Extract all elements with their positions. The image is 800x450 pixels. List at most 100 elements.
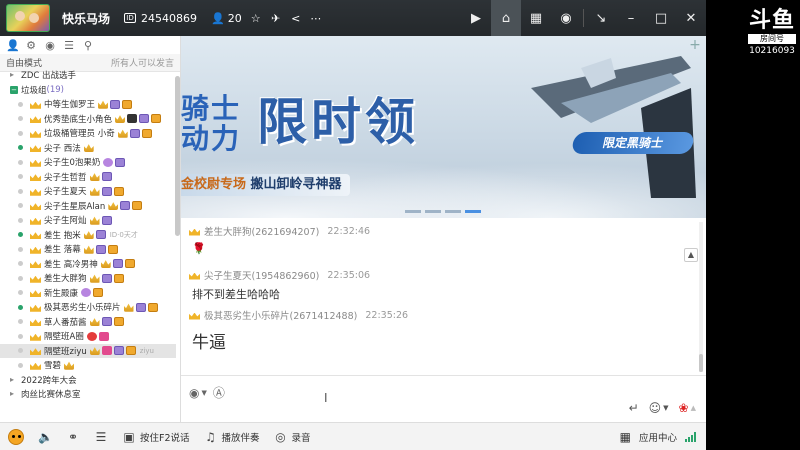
close-icon[interactable]: ✕ [676, 0, 706, 36]
collapse-icon[interactable]: ↘ [586, 0, 616, 36]
member-name: 差生 高冷男神 [44, 259, 98, 270]
expand-triangle-icon[interactable]: ▸ [10, 71, 18, 79]
notes-icon[interactable]: ☰ [63, 39, 75, 52]
app-center-icon[interactable]: ▦ [620, 430, 631, 444]
member-row[interactable]: 隔壁班ziyu ziyu [0, 343, 176, 358]
push-to-talk-icon[interactable]: ▣ [122, 430, 136, 444]
member-row[interactable]: 尖子生星辰Alan [0, 199, 176, 214]
crown-icon [189, 311, 200, 320]
message-user[interactable]: 尖子生夏天(1954862960) [204, 268, 319, 282]
push-to-talk-label[interactable]: 按住F2说话 [140, 430, 190, 444]
member-name: 雪碧 [44, 361, 62, 372]
chevron-up-icon[interactable]: ▲ [691, 404, 696, 412]
member-row[interactable]: 新生殿康 [0, 286, 176, 301]
divider [583, 9, 584, 27]
video-icon[interactable]: ▶ [461, 0, 491, 36]
member-row[interactable]: 雪碧 [0, 358, 176, 373]
member-row[interactable]: 尖子生夏天 [0, 184, 176, 199]
search-icon[interactable]: ⚲ [82, 39, 94, 52]
message-user[interactable]: 差生大胖狗(2621694207) [204, 224, 319, 238]
member-row[interactable]: 尖子生哲哲 [0, 170, 176, 185]
member-row[interactable]: 差生 抱米 ID·0天才 [0, 228, 176, 243]
location-icon[interactable]: ◉ [44, 39, 56, 52]
promo-banner[interactable]: 骑士 动力 限时领 金校尉专场 搬山卸岭寻神器 限定黑骑士 + [181, 36, 706, 218]
share-icon[interactable]: < [290, 12, 302, 25]
badge-icon [95, 244, 106, 254]
id-icon: ID [124, 13, 137, 23]
status-dot [18, 145, 23, 151]
microphone-icon[interactable]: ⚭ [66, 430, 80, 444]
gamepad-icon[interactable]: ◉ [189, 386, 199, 400]
member-row[interactable]: 优秀垫底生小角色 [0, 112, 176, 127]
room-avatar[interactable] [6, 4, 50, 32]
status-dot [18, 203, 23, 209]
chat-input-area[interactable]: ◉ ▼ Ⓐ I ↵ ☺ ▼ ❀ ▲ [181, 375, 706, 422]
member-row[interactable]: 差生 高冷男神 [0, 257, 176, 272]
badge-icon [125, 346, 136, 356]
chevron-down-icon[interactable]: ▼ [663, 404, 668, 412]
record-icon[interactable]: ◎ [274, 430, 288, 444]
badge-icon [151, 114, 162, 124]
member-row[interactable]: 尖子 西法 [0, 141, 176, 156]
expand-triangle-icon[interactable]: ▸ [10, 375, 18, 384]
member-row[interactable]: 差生大胖狗 [0, 271, 176, 286]
accompany-label[interactable]: 播放伴奏 [222, 430, 260, 444]
add-icon[interactable]: + [688, 38, 702, 52]
member-icon[interactable]: 👤 [6, 39, 20, 52]
more-icon[interactable]: ⋯ [310, 12, 322, 25]
minimize-icon[interactable]: – [616, 0, 646, 36]
member-row[interactable]: 极其恶劣生小乐碎片 [0, 300, 176, 315]
emoji-icon[interactable]: ☺ [649, 401, 662, 415]
member-name: 新生殿康 [44, 288, 79, 299]
enter-icon[interactable]: ↵ [629, 401, 639, 415]
member-row[interactable]: 尖子生阿灿 [0, 213, 176, 228]
home-icon[interactable]: ⌂ [491, 0, 521, 36]
status-dot [18, 348, 23, 354]
plane-icon[interactable]: ✈ [270, 12, 282, 25]
app-center-label[interactable]: 应用中心 [639, 430, 677, 444]
chevron-down-icon[interactable]: ▼ [201, 389, 206, 397]
member-row[interactable]: 差生 落幕 [0, 242, 176, 257]
speaker-icon[interactable]: 🔈 [38, 430, 53, 444]
message-text: 牛逼 [192, 333, 226, 353]
bottom-toolbar: 🔈 ⚭ ☰ ▣ 按住F2说话 ♫ 播放伴奏 ◎ 录音 ▦ 应用中心 [0, 422, 706, 450]
member-row[interactable]: 尖子生0泡果奶 [0, 155, 176, 170]
music-icon[interactable]: ♫ [204, 430, 218, 444]
maximize-icon[interactable]: □ [646, 0, 676, 36]
channel-group[interactable]: − 垃圾组 (19) [0, 83, 176, 98]
carousel-dot[interactable] [445, 210, 461, 213]
record-label[interactable]: 录音 [292, 430, 311, 444]
app-logo-icon[interactable] [8, 428, 24, 445]
channel-group[interactable]: ▸ 2022跨年大会 [0, 373, 176, 388]
crown-icon [30, 230, 41, 239]
badge-icon [101, 346, 112, 356]
badge-icon [95, 230, 106, 240]
channel-group[interactable]: ▸ ZDC 出战选手 [0, 68, 176, 83]
sidebar-toolbar: 👤 ⚙ ◉ ☰ ⚲ [0, 36, 180, 54]
carousel-dot[interactable] [465, 210, 481, 213]
gamepad-icon[interactable]: ◉ [551, 0, 581, 36]
carousel-dot[interactable] [405, 210, 421, 213]
room-name: 快乐马场 [62, 11, 111, 26]
member-row[interactable]: 中等生伽罗王 [0, 97, 176, 112]
collapse-square-icon[interactable]: − [10, 85, 18, 94]
channel-group[interactable]: ▸ 肉丝比赛休息室 [0, 387, 176, 402]
text-style-icon[interactable]: Ⓐ [213, 384, 225, 401]
message-header: 尖子生夏天(1954862960) 22:35:06 [189, 268, 370, 283]
scroll-top-icon[interactable]: ▲ [684, 248, 698, 262]
equalizer-icon[interactable]: ☰ [94, 430, 108, 444]
message-user[interactable]: 极其恶劣生小乐碎片(2671412488) [204, 308, 357, 322]
member-row[interactable]: 草人番茄酱 [0, 315, 176, 330]
chat-scrollbar[interactable] [699, 222, 703, 372]
star-icon[interactable]: ☆ [250, 12, 262, 25]
badge-icon [110, 99, 121, 109]
sidebar-scrollbar[interactable] [175, 76, 180, 236]
carousel-dot[interactable] [425, 210, 441, 213]
member-row[interactable]: 垃圾桶管理员 小奇 [0, 126, 176, 141]
list-icon[interactable]: ▦ [521, 0, 551, 36]
expand-triangle-icon[interactable]: ▸ [10, 390, 18, 398]
banner-tag: 限定黑骑士 [570, 132, 696, 154]
gift-rose-icon[interactable]: ❀ [679, 401, 689, 415]
settings-icon[interactable]: ⚙ [25, 39, 37, 52]
member-row[interactable]: 隔壁班A圈 [0, 329, 176, 344]
